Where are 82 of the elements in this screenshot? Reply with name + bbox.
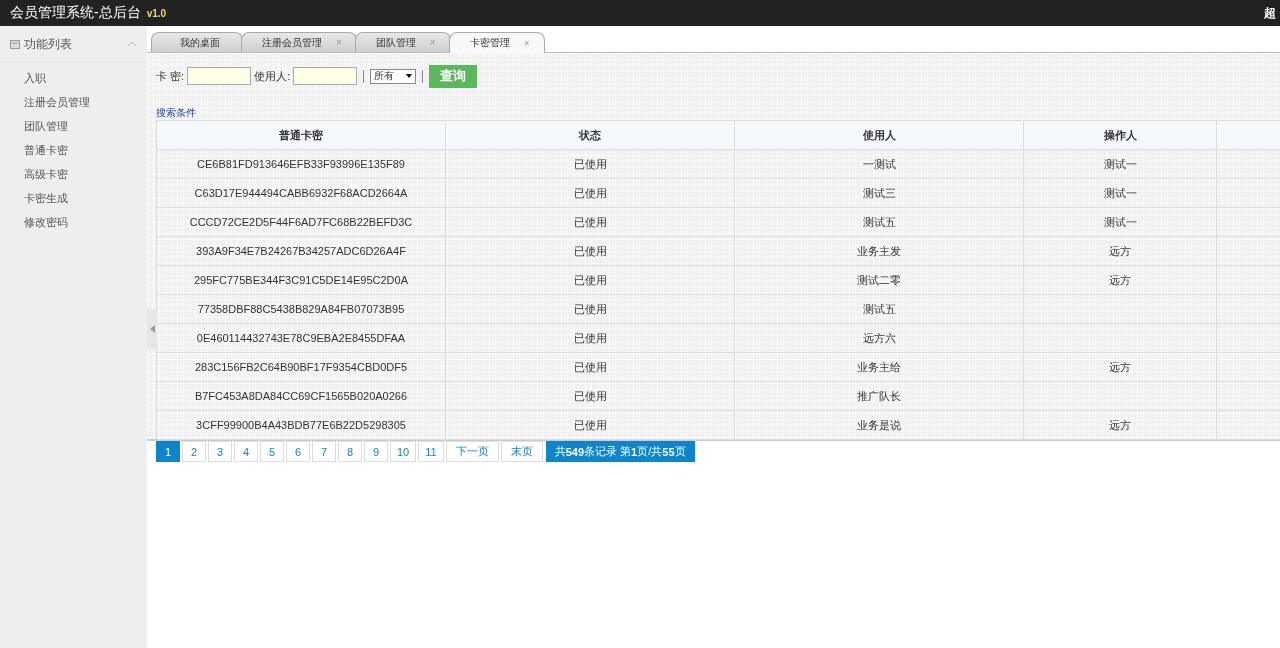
page-button[interactable]: 7: [312, 441, 336, 462]
page-button[interactable]: 3: [208, 441, 232, 462]
table-cell: 已使用: [573, 360, 607, 373]
page-button[interactable]: 10: [390, 441, 417, 462]
caret-icon: [406, 74, 413, 78]
sidebar-header[interactable]: 功能列表: [0, 26, 147, 63]
table-cell: B7FC453A8DA84CC69CF1565B020A0266: [194, 390, 408, 402]
table-cell: 一测试: [862, 157, 896, 170]
pagination-summary: 共549条记录 第1页/共55页: [545, 441, 695, 462]
table-cell: 已使用: [573, 331, 607, 344]
table-cell: 业务主给: [857, 360, 901, 373]
table-cell: CCCD72CE2D5F44F6AD7FC68B22BEFD3C: [189, 216, 413, 228]
sidebar-item[interactable]: 入职: [0, 66, 147, 90]
page-button[interactable]: 6: [286, 441, 310, 462]
tab[interactable]: 我的桌面: [151, 32, 243, 52]
table-cell: 已使用: [573, 215, 607, 228]
sidebar-item[interactable]: 普通卡密: [0, 138, 147, 162]
page-button[interactable]: 1: [156, 441, 180, 462]
table-cell: 测试一: [1103, 157, 1137, 170]
table-cell: 77358DBF88C5438B829A84FB07073B95: [197, 303, 405, 315]
page-button[interactable]: 4: [234, 441, 258, 462]
page-button[interactable]: 8: [338, 441, 362, 462]
status-dropdown[interactable]: 所有: [370, 68, 417, 84]
table-cell: 393A9F34E7B24267B34257ADC6D26A4F: [196, 245, 406, 257]
table-cell: 远方: [1109, 273, 1131, 286]
table-cell: 已使用: [573, 244, 607, 257]
table-cell: 远方: [1109, 418, 1131, 431]
user-label[interactable]: 超: [1264, 4, 1276, 22]
tab[interactable]: 注册会员管理 ×: [241, 32, 357, 52]
version-label: v1.0: [146, 8, 167, 19]
next-page-button[interactable]: 下一页: [445, 441, 499, 462]
table-cell: 测试五: [862, 302, 896, 315]
table-cell: 已使用: [573, 186, 607, 199]
table-cell: 远方: [1109, 244, 1131, 257]
table-cell: 业务是说: [857, 418, 901, 431]
page-button[interactable]: 11: [418, 441, 444, 462]
table-cell: 已使用: [573, 389, 607, 402]
search-conditions-link[interactable]: 搜索条件: [156, 106, 196, 120]
table-cell: 测试一: [1103, 215, 1137, 228]
query-button[interactable]: 查询: [429, 64, 478, 88]
table-cell: 0E460114432743E78C9EBA2E8455DFAA: [196, 332, 406, 344]
table-cell: 测试二零: [857, 273, 901, 286]
table-cell: 295FC775BE344F3C91C5DE14E95C2D0A: [194, 274, 408, 286]
sidebar-item[interactable]: 注册会员管理: [0, 90, 147, 114]
table-cell: 远方: [1109, 360, 1131, 373]
close-icon[interactable]: ×: [523, 37, 530, 49]
field-label: 使用人:: [254, 68, 291, 84]
app-title: 会员管理系统-总后台: [10, 4, 141, 22]
table-cell: 已使用: [573, 302, 607, 315]
sidebar-item[interactable]: 卡密生成: [0, 186, 147, 210]
column-header: 普通卡密: [156, 120, 446, 150]
table-cell: CE6B81FD913646EFB33F93996E135F89: [197, 158, 405, 170]
table-cell: 推广队长: [857, 389, 901, 402]
column-header: 使用人: [734, 120, 1024, 150]
table-cell: 测试一: [1103, 186, 1137, 199]
page-button[interactable]: 5: [260, 441, 284, 462]
collapse-handle[interactable]: [147, 309, 157, 349]
sidebar-item[interactable]: 修改密码: [0, 210, 147, 234]
page-button[interactable]: 2: [182, 441, 206, 462]
table-cell: 业务主发: [857, 244, 901, 257]
list-icon: [10, 39, 20, 49]
table-cell: 远方六: [862, 331, 896, 344]
table-cell: 测试三: [862, 186, 896, 199]
sidebar-item[interactable]: 高级卡密: [0, 162, 147, 186]
tab[interactable]: 团队管理 ×: [354, 32, 451, 52]
table-cell: 3CFF99900B4A43BDB77E6B22D5298305: [196, 419, 406, 431]
card-input-field[interactable]: [187, 67, 252, 85]
field-label: 卡 密:: [156, 68, 185, 84]
table-cell: 已使用: [573, 418, 607, 431]
table-cell: 已使用: [573, 157, 607, 170]
table-cell: 测试五: [862, 215, 896, 228]
sidebar-title: 功能列表: [24, 35, 72, 53]
tab[interactable]: 卡密管理 ×: [448, 32, 545, 53]
sidebar-item[interactable]: 团队管理: [0, 114, 147, 138]
table-cell: 283C156FB2C64B90BF17F9354CBD0DF5: [194, 361, 408, 373]
column-header: 状态: [445, 120, 735, 150]
last-page-button[interactable]: 末页: [500, 441, 543, 462]
table-cell: 已使用: [573, 273, 607, 286]
page-button[interactable]: 9: [364, 441, 388, 462]
column-header: 操作人: [1023, 120, 1217, 150]
table-cell: C63D17E944494CABB6932F68ACD2664A: [194, 187, 408, 199]
user-input-field[interactable]: [293, 67, 358, 85]
